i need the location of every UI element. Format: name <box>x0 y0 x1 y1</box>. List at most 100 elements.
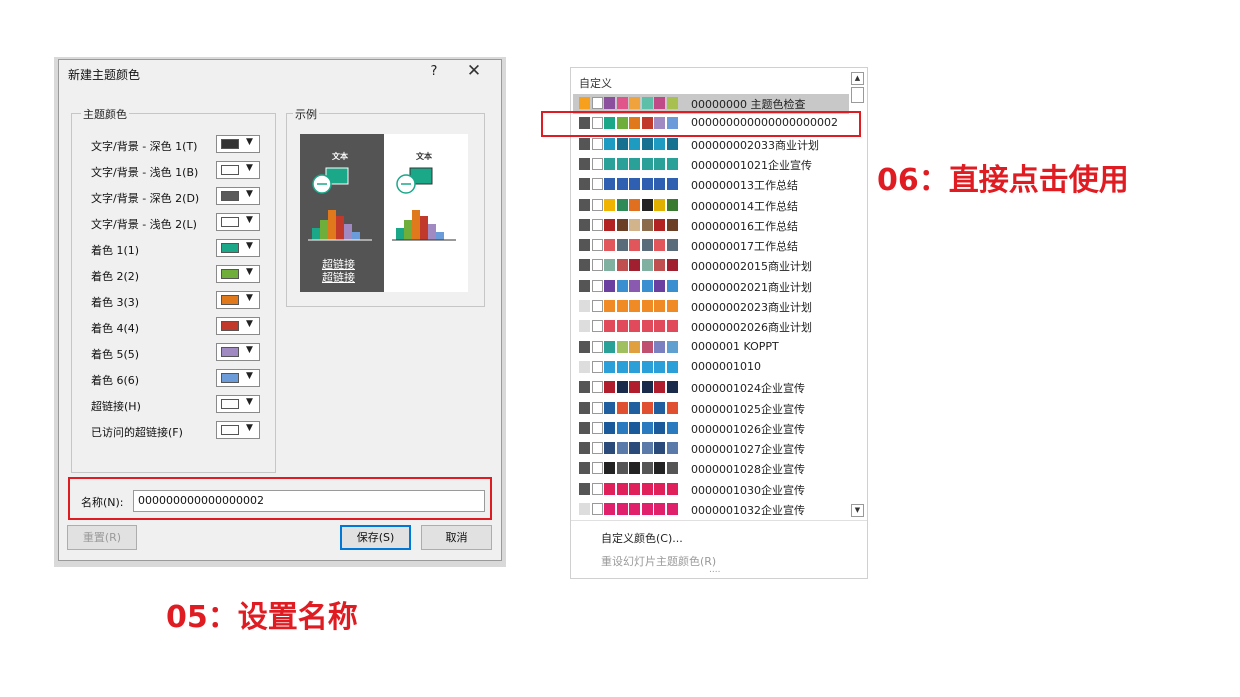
name-field[interactable]: 000000000000000002 <box>133 490 485 512</box>
theme-color-swatch <box>654 178 665 191</box>
theme-color-picker-button[interactable]: ▼ <box>216 343 260 361</box>
theme-color-picker-button[interactable]: ▼ <box>216 213 260 231</box>
close-button[interactable]: ✕ <box>463 61 485 81</box>
theme-color-picker-button[interactable]: ▼ <box>216 421 260 439</box>
theme-color-swatch <box>604 381 615 394</box>
help-button[interactable]: ? <box>427 64 441 79</box>
theme-entry[interactable]: 0000001024企业宣传 <box>573 378 849 398</box>
theme-color-swatch <box>654 401 665 414</box>
theme-color-swatch <box>579 360 590 373</box>
custom-colors-menu-item[interactable]: 自定义颜色(C)... <box>601 530 683 546</box>
theme-entry[interactable]: 000000014工作总结 <box>573 196 849 216</box>
theme-color-picker-button[interactable]: ▼ <box>216 265 260 283</box>
theme-entry[interactable]: 0000001032企业宣传 <box>573 500 849 520</box>
theme-entry[interactable]: 0000001028企业宣传 <box>573 459 849 479</box>
theme-color-swatch <box>629 340 640 353</box>
theme-color-swatch <box>604 178 615 191</box>
theme-color-swatch <box>579 442 590 455</box>
theme-color-swatch <box>666 198 678 211</box>
theme-color-swatch <box>604 340 615 353</box>
theme-color-swatch <box>629 360 640 373</box>
theme-color-picker-button[interactable]: ▼ <box>216 369 260 387</box>
theme-color-picker-button[interactable]: ▼ <box>216 317 260 335</box>
theme-entry[interactable]: 00000002015商业计划 <box>573 256 849 276</box>
theme-entry[interactable]: 00000002021商业计划 <box>573 277 849 297</box>
theme-colors-dropdown-panel: 自定义 00000000 主题色检查 000000000000000000002 0… <box>570 67 868 579</box>
theme-entry[interactable]: 0000001025企业宣传 <box>573 399 849 419</box>
step6-annotation: 06：直接点击使用 <box>877 163 1129 198</box>
theme-color-swatch <box>616 381 628 394</box>
reset-slide-colors-menu-item[interactable]: 重设幻灯片主题颜色(R) <box>601 553 716 569</box>
theme-color-row-label: 着色 4(4) <box>91 322 140 335</box>
theme-color-swatch <box>654 360 665 373</box>
theme-entry[interactable]: 000000013工作总结 <box>573 175 849 195</box>
theme-color-swatch <box>579 462 590 475</box>
theme-entry-name: 0000001032企业宣传 <box>691 504 805 517</box>
theme-entry[interactable]: 000000016工作总结 <box>573 216 849 236</box>
theme-entry[interactable]: 0000001027企业宣传 <box>573 439 849 459</box>
color-swatch <box>221 399 239 409</box>
theme-color-swatch <box>666 360 678 373</box>
sample-light-chart-icon <box>392 210 456 241</box>
chevron-down-icon: ▼ <box>246 215 253 225</box>
theme-color-swatch <box>666 157 678 170</box>
theme-entry[interactable]: 0000001030企业宣传 <box>573 480 849 500</box>
theme-entry[interactable]: 000000017工作总结 <box>573 236 849 256</box>
scroll-up-button[interactable]: ▲ <box>851 72 864 85</box>
theme-entry-name: 0000001026企业宣传 <box>691 422 805 436</box>
theme-color-swatch <box>579 300 590 312</box>
theme-color-swatch <box>604 300 615 312</box>
theme-color-swatch <box>604 239 615 252</box>
scrollbar-thumb[interactable] <box>851 87 864 103</box>
theme-color-swatch <box>654 279 665 292</box>
scroll-down-button[interactable]: ▼ <box>851 504 864 517</box>
save-button[interactable]: 保存(S) <box>340 525 411 550</box>
theme-color-swatch <box>616 300 628 312</box>
theme-color-swatch <box>654 137 665 150</box>
theme-color-swatch <box>604 218 615 231</box>
color-swatch <box>221 191 239 201</box>
theme-entry[interactable]: 00000002023商业计划 <box>573 297 849 317</box>
theme-color-picker-button[interactable]: ▼ <box>216 239 260 257</box>
theme-color-swatch <box>591 381 603 394</box>
theme-color-swatch <box>591 279 603 292</box>
theme-entry[interactable]: 0000001 KOPPT <box>573 338 849 358</box>
theme-entry-name: 0000001010 <box>691 359 761 373</box>
theme-color-swatch <box>629 198 640 211</box>
theme-color-swatch <box>604 259 615 272</box>
theme-color-picker-button[interactable]: ▼ <box>216 395 260 413</box>
theme-color-swatch <box>616 137 628 150</box>
reset-button[interactable]: 重置(R) <box>67 525 137 550</box>
theme-color-picker-button[interactable]: ▼ <box>216 161 260 179</box>
theme-color-swatch <box>629 320 640 333</box>
theme-color-swatch <box>591 320 603 333</box>
theme-entry-name: 0000001025企业宣传 <box>691 402 805 416</box>
cancel-button[interactable]: 取消 <box>421 525 492 550</box>
theme-color-swatch <box>616 239 628 252</box>
theme-entry[interactable]: 0000001010 <box>573 358 849 378</box>
color-swatch <box>221 425 239 435</box>
theme-color-swatch <box>604 137 615 150</box>
theme-color-swatch <box>654 340 665 353</box>
resize-grip[interactable]: .... <box>709 565 720 575</box>
theme-color-swatch <box>591 178 603 191</box>
theme-color-swatch <box>579 239 590 252</box>
theme-color-picker-button[interactable]: ▼ <box>216 135 260 153</box>
theme-entry[interactable]: 000000002033商业计划 <box>573 135 849 155</box>
theme-color-swatch <box>604 157 615 170</box>
theme-entry[interactable]: 0000001026企业宣传 <box>573 419 849 439</box>
theme-color-picker-button[interactable]: ▼ <box>216 291 260 309</box>
theme-color-swatch <box>641 360 653 373</box>
chevron-down-icon: ▼ <box>246 267 253 277</box>
chevron-down-icon: ▼ <box>246 137 253 147</box>
theme-color-swatch <box>604 421 615 434</box>
theme-entry-name: 0000001030企业宣传 <box>691 483 805 497</box>
theme-color-swatch <box>666 401 678 414</box>
theme-color-swatch <box>654 503 665 515</box>
theme-entry[interactable]: 00000001021企业宣传 <box>573 155 849 175</box>
theme-color-picker-button[interactable]: ▼ <box>216 187 260 205</box>
theme-entry[interactable]: 00000002026商业计划 <box>573 317 849 337</box>
theme-color-swatch <box>591 503 603 515</box>
theme-color-swatch <box>591 482 603 495</box>
theme-color-swatch <box>666 97 678 109</box>
